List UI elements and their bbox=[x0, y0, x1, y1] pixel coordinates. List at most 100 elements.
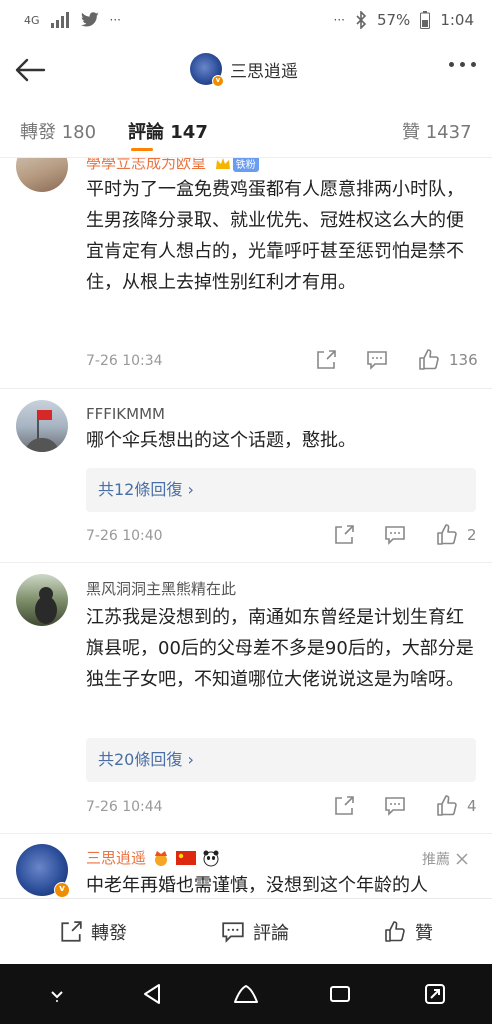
twitter-icon bbox=[80, 12, 99, 27]
page-title: 三思逍遥 bbox=[230, 61, 298, 82]
dot-icon bbox=[471, 62, 476, 67]
comment-time: 7-26 10:34 bbox=[86, 353, 163, 369]
comment-username[interactable]: 三思逍遥 bbox=[86, 847, 220, 868]
dot-icon bbox=[460, 62, 465, 67]
dot-icon bbox=[449, 62, 454, 67]
thumbs-up-icon bbox=[437, 795, 457, 816]
tab-likes[interactable]: 贊 1437 bbox=[402, 118, 472, 144]
crown-badge-icon bbox=[155, 850, 168, 866]
fan-badge: 铁粉 bbox=[215, 158, 259, 172]
comment-username-text: 三思逍遥 bbox=[86, 849, 147, 867]
notification-more-right: ··· bbox=[333, 13, 345, 27]
divider bbox=[0, 562, 492, 563]
active-tab-indicator bbox=[131, 148, 153, 151]
reply-comment-button[interactable] bbox=[384, 524, 406, 546]
comment-avatar[interactable]: v bbox=[16, 844, 70, 898]
comment-avatar[interactable] bbox=[16, 400, 68, 452]
crown-icon bbox=[215, 158, 230, 169]
clock: 1:04 bbox=[440, 11, 474, 29]
nav-home-button[interactable] bbox=[226, 974, 266, 1014]
home-icon bbox=[233, 985, 258, 1003]
hide-nav-button[interactable] bbox=[37, 974, 77, 1014]
comment-username-text: 學學立志成为欧皇 bbox=[86, 158, 207, 172]
repost-comment-button[interactable] bbox=[333, 795, 355, 817]
comment-username[interactable]: FFFIKMMM bbox=[86, 405, 165, 423]
share-icon bbox=[335, 796, 354, 815]
divider bbox=[0, 833, 492, 834]
comment-text: 平时为了一盒免费鸡蛋都有人愿意排两小时队，生男孩降分录取、就业优先、冠姓权这么大… bbox=[86, 179, 464, 293]
nav-back-button[interactable] bbox=[132, 974, 172, 1014]
comment-list: 學學立志成为欧皇 铁粉 平时为了一盒免费鸡蛋都有人愿意排两小时队，生男孩降分录取… bbox=[0, 158, 492, 898]
comment-time: 7-26 10:40 bbox=[86, 528, 163, 544]
recommended-label[interactable]: 推薦 bbox=[422, 849, 468, 869]
like-count: 4 bbox=[467, 797, 477, 815]
like-button[interactable]: 贊 bbox=[383, 919, 433, 945]
like-comment-button[interactable]: 4 bbox=[435, 794, 477, 818]
comment-text: 江苏我是没想到的，南通如东曾经是计划生育红旗县呢，00后的父母差不多是90后的，… bbox=[86, 607, 474, 690]
thumbs-up-icon bbox=[385, 920, 405, 942]
fan-badge-label: 铁粉 bbox=[232, 158, 259, 172]
china-flag-icon bbox=[176, 850, 197, 865]
reply-comment-button[interactable] bbox=[366, 349, 388, 371]
repost-button[interactable]: 轉發 bbox=[59, 919, 127, 945]
comment-button[interactable]: 評論 bbox=[221, 919, 289, 945]
bear-icon bbox=[35, 587, 57, 624]
view-replies-button[interactable]: 共20條回復 › bbox=[86, 738, 476, 782]
tab-reposts[interactable]: 轉發 180 bbox=[20, 118, 96, 144]
comment-icon bbox=[385, 797, 405, 816]
thumbs-up-icon bbox=[419, 349, 439, 370]
verified-badge-icon: v bbox=[212, 75, 224, 87]
network-indicator: 4G bbox=[24, 13, 40, 27]
comment-icon bbox=[385, 526, 405, 545]
nav-recents-button[interactable] bbox=[320, 974, 360, 1014]
comment-time: 7-26 10:44 bbox=[86, 799, 163, 815]
status-bar: 4G ··· ··· 57% 1:04 bbox=[0, 0, 492, 40]
reply-comment-button[interactable] bbox=[384, 795, 406, 817]
bottom-action-bar: 轉發 評論 贊 bbox=[0, 898, 492, 964]
back-arrow-icon bbox=[15, 58, 46, 82]
share-icon bbox=[61, 920, 82, 942]
like-count: 2 bbox=[467, 526, 477, 544]
expand-icon bbox=[424, 984, 445, 1004]
close-icon bbox=[456, 853, 468, 865]
comment-icon bbox=[222, 921, 244, 943]
repost-comment-button[interactable] bbox=[315, 349, 337, 371]
notification-more: ··· bbox=[109, 13, 121, 27]
comment-username[interactable]: 黑风洞洞主黑熊精在此 bbox=[86, 578, 236, 599]
author-avatar: v bbox=[190, 53, 224, 87]
verified-badge-icon: v bbox=[54, 882, 70, 898]
top-bar: v 三思逍遥 bbox=[0, 40, 492, 100]
more-options-button[interactable] bbox=[449, 62, 476, 67]
author-header[interactable]: v 三思逍遥 bbox=[190, 53, 298, 87]
comment-text: 中老年再婚也需谨慎，没想到这个年龄的人 bbox=[86, 875, 428, 896]
chevron-down-icon bbox=[51, 991, 63, 1002]
like-count: 136 bbox=[449, 351, 478, 369]
signal-icon bbox=[50, 12, 69, 28]
repost-comment-button[interactable] bbox=[333, 524, 355, 546]
comment-avatar[interactable] bbox=[16, 574, 68, 626]
like-comment-button[interactable]: 136 bbox=[417, 348, 478, 372]
comment-text: 哪个伞兵想出的这个话题，憨批。 bbox=[86, 430, 356, 451]
comment-icon bbox=[367, 351, 387, 370]
recents-icon bbox=[330, 986, 351, 1002]
like-comment-button[interactable]: 2 bbox=[435, 523, 477, 547]
repost-label: 轉發 bbox=[91, 922, 127, 944]
divider bbox=[0, 388, 492, 389]
share-icon bbox=[317, 350, 336, 369]
recommended-text: 推薦 bbox=[422, 852, 450, 868]
tab-comments[interactable]: 評論 147 bbox=[128, 118, 208, 144]
share-icon bbox=[335, 525, 354, 544]
like-label: 贊 bbox=[415, 922, 433, 944]
bluetooth-icon bbox=[356, 11, 367, 29]
comment-label: 評論 bbox=[253, 922, 289, 944]
view-replies-button[interactable]: 共12條回復 › bbox=[86, 468, 476, 512]
flag-icon bbox=[24, 410, 60, 452]
system-nav-bar bbox=[0, 964, 492, 1024]
comment-username[interactable]: 學學立志成为欧皇 铁粉 bbox=[86, 158, 259, 173]
battery-percent: 57% bbox=[376, 11, 411, 29]
nav-expand-button[interactable] bbox=[415, 974, 455, 1014]
panda-icon bbox=[203, 850, 219, 866]
back-button[interactable] bbox=[12, 54, 48, 86]
tab-bar: 轉發 180 評論 147 贊 1437 bbox=[0, 100, 492, 158]
comment-avatar[interactable] bbox=[16, 158, 68, 192]
